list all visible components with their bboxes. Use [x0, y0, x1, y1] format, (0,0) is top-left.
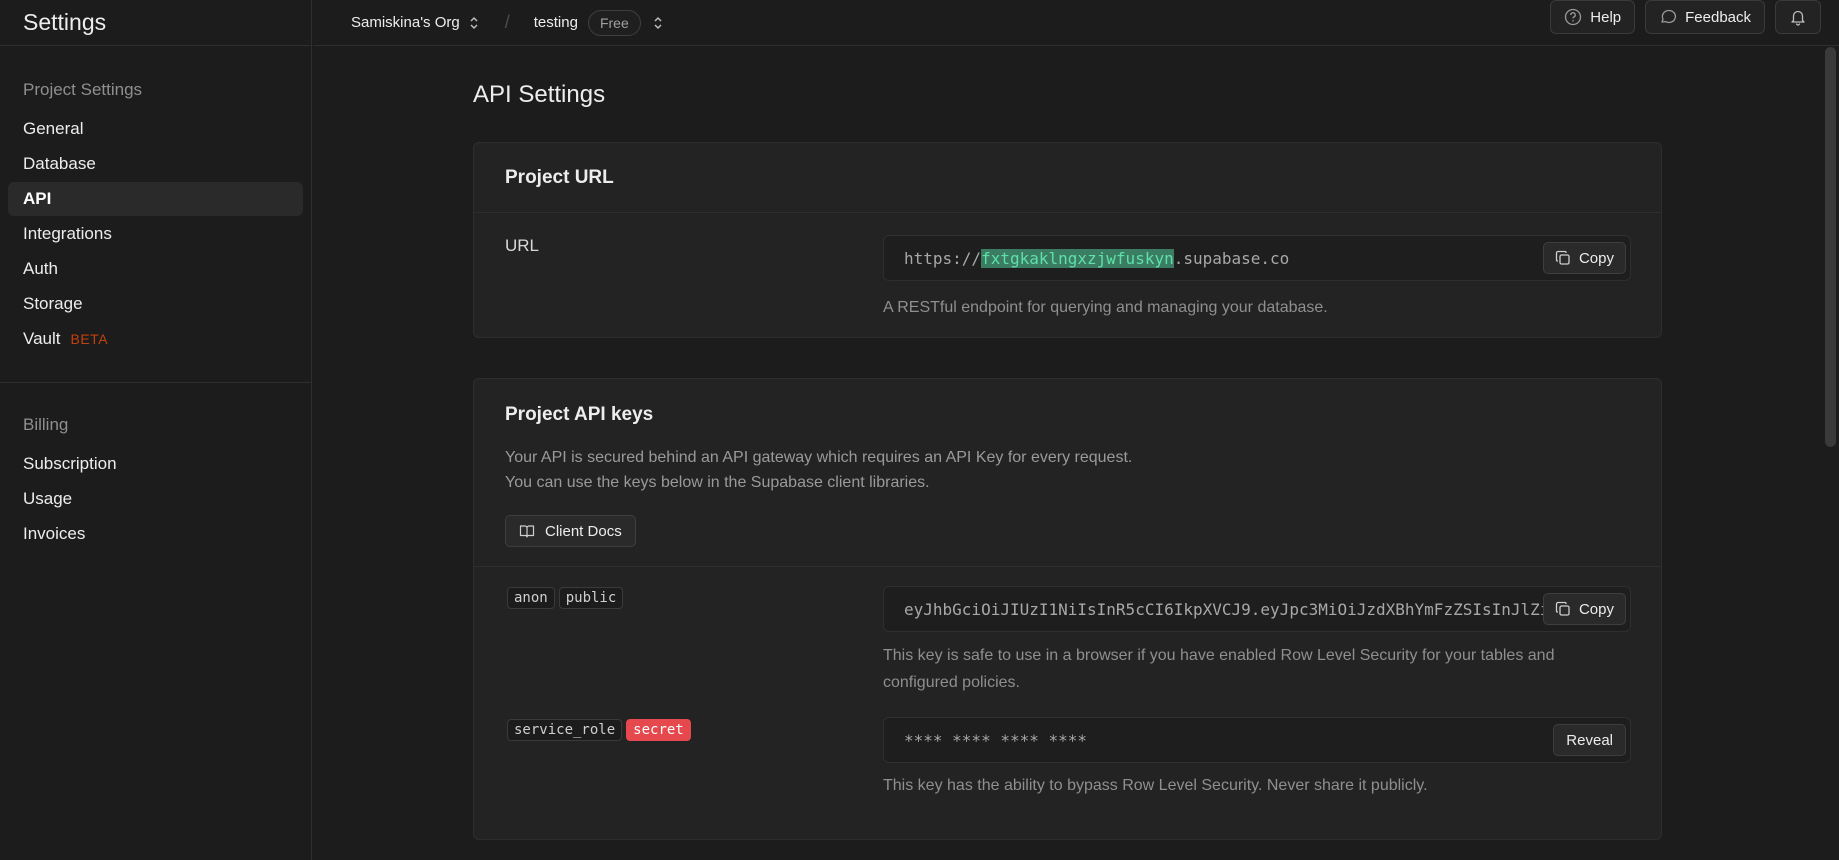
public-tag: public [558, 587, 624, 609]
api-keys-description: Your API is secured behind an API gatewa… [505, 445, 1132, 495]
copy-url-button[interactable]: Copy [1542, 242, 1626, 274]
feedback-button[interactable]: Feedback [1645, 0, 1765, 34]
sidebar-item-label: Auth [23, 259, 58, 278]
sidebar-title: Settings [23, 9, 107, 35]
sidebar-item-database[interactable]: Database [8, 147, 303, 181]
sidebar-item-api[interactable]: API [8, 182, 303, 216]
client-docs-label: Client Docs [545, 522, 622, 540]
card-title: Project API keys [505, 404, 654, 425]
notifications-button[interactable] [1775, 0, 1821, 34]
help-label: Help [1590, 8, 1622, 26]
url-suffix: .supabase.co [1173, 248, 1290, 268]
sidebar-item-usage[interactable]: Usage [8, 482, 303, 516]
sidebar-item-label: Subscription [23, 454, 117, 473]
reveal-label: Reveal [1566, 731, 1613, 749]
billing-section: Billing Subscription Usage Invoices [0, 412, 311, 551]
copy-icon [1555, 601, 1571, 617]
copy-anon-key-button[interactable]: Copy [1542, 593, 1626, 625]
reveal-button[interactable]: Reveal [1553, 724, 1626, 756]
message-icon [1659, 8, 1677, 26]
page-title: API Settings [473, 81, 606, 108]
service-role-tags: service_role secret [507, 719, 695, 741]
copy-label: Copy [1578, 249, 1614, 267]
sidebar-item-storage[interactable]: Storage [8, 287, 303, 321]
anon-key-tags: anon public [507, 587, 627, 609]
url-label: URL [505, 236, 540, 255]
description-line: You can use the keys below in the Supaba… [505, 474, 930, 491]
project-name: testing [533, 14, 578, 31]
service-role-help-text: This key has the ability to bypass Row L… [883, 777, 1428, 794]
api-keys-card: Project API keys Your API is secured beh… [473, 378, 1662, 840]
sidebar-item-label: Integrations [23, 224, 112, 243]
top-actions: Help Feedback [1550, 0, 1821, 34]
anon-tag: anon [507, 587, 555, 609]
service-role-key-field[interactable]: **** **** **** **** Reveal [883, 717, 1631, 763]
scrollbar-thumb[interactable] [1825, 47, 1836, 447]
sidebar-item-label: Storage [23, 294, 83, 313]
section-title-project-settings: Project Settings [23, 80, 143, 99]
project-switcher[interactable]: testing Free [533, 9, 663, 36]
help-button[interactable]: Help [1550, 0, 1636, 34]
sidebar-item-label: General [23, 119, 84, 138]
sidebar-item-auth[interactable]: Auth [8, 252, 303, 286]
url-help-text: A RESTful endpoint for querying and mana… [883, 299, 1328, 316]
beta-badge: BETA [70, 331, 109, 347]
copy-icon [1555, 250, 1571, 266]
sidebar-item-label: API [23, 189, 52, 208]
plan-badge: Free [587, 9, 641, 36]
card-header: Project URL [474, 143, 1661, 213]
bell-icon [1789, 8, 1807, 26]
anon-key-field[interactable]: eyJhbGciOiJIUzI1NiIsInR5cCI6IkpXVCJ9.eyJ… [883, 586, 1631, 632]
sidebar-item-integrations[interactable]: Integrations [8, 217, 303, 251]
sidebar-item-general[interactable]: General [8, 112, 303, 146]
topbar: Samiskina's Org / testing Free Help Feed… [313, 0, 1839, 46]
anon-key-help-text: This key is safe to use in a browser if … [883, 642, 1554, 696]
main-content: API Settings Project URL URL https://fxt… [313, 47, 1821, 860]
url-row: URL https://fxtgkaklngxzjwfuskyn.supabas… [474, 213, 1661, 338]
url-field[interactable]: https://fxtgkaklngxzjwfuskyn.supabase.co… [883, 235, 1631, 281]
sidebar-item-label: Vault [23, 329, 61, 348]
project-settings-section: Project Settings General Database API In… [0, 77, 311, 356]
book-icon [519, 523, 535, 539]
service-role-tag: service_role [507, 719, 623, 741]
project-url-card: Project URL URL https://fxtgkaklngxzjwfu… [473, 142, 1662, 338]
sidebar-divider [0, 382, 311, 383]
anon-key-row: anon public eyJhbGciOiJIUzI1NiIsInR5cCI6I… [474, 567, 1661, 717]
sidebar-item-label: Usage [23, 489, 73, 508]
anon-key-value: eyJhbGciOiJIUzI1NiIsInR5cCI6IkpXVCJ9.eyJ… [904, 599, 1569, 619]
sidebar-item-label: Invoices [23, 524, 86, 543]
service-role-key-row: service_role secret **** **** **** **** R… [474, 717, 1661, 837]
help-line: This key is safe to use in a browser if … [883, 647, 1555, 664]
sidebar-item-invoices[interactable]: Invoices [8, 517, 303, 551]
help-icon [1564, 8, 1582, 26]
copy-label: Copy [1578, 600, 1614, 618]
card-title: Project URL [505, 166, 614, 188]
url-project-ref: fxtgkaklngxzjwfuskyn [981, 248, 1174, 268]
url-value: https://fxtgkaklngxzjwfuskyn.supabase.co [904, 248, 1290, 268]
url-prefix: https:// [904, 248, 982, 268]
help-line: configured policies. [883, 674, 1020, 691]
org-name: Samiskina's Org [351, 14, 460, 31]
sidebar-item-vault[interactable]: Vault BETA [8, 322, 303, 356]
sidebar-item-subscription[interactable]: Subscription [8, 447, 303, 481]
sidebar-header: Settings [0, 0, 311, 46]
org-switcher[interactable]: Samiskina's Org [351, 14, 479, 31]
description-line: Your API is secured behind an API gatewa… [505, 449, 1133, 466]
feedback-label: Feedback [1685, 8, 1751, 26]
chevron-up-down-icon [469, 16, 479, 30]
card-header: Project API keys Your API is secured beh… [474, 379, 1661, 567]
section-title-billing: Billing [23, 415, 69, 434]
scrollbar[interactable] [1821, 47, 1839, 860]
client-docs-button[interactable]: Client Docs [505, 515, 636, 547]
sidebar: Settings Project Settings General Databa… [0, 0, 312, 860]
sidebar-item-label: Database [23, 154, 96, 173]
service-role-key-value: **** **** **** **** [904, 730, 1088, 750]
secret-tag: secret [626, 719, 691, 741]
breadcrumb-separator: / [504, 12, 510, 32]
chevron-up-down-icon [653, 16, 663, 30]
